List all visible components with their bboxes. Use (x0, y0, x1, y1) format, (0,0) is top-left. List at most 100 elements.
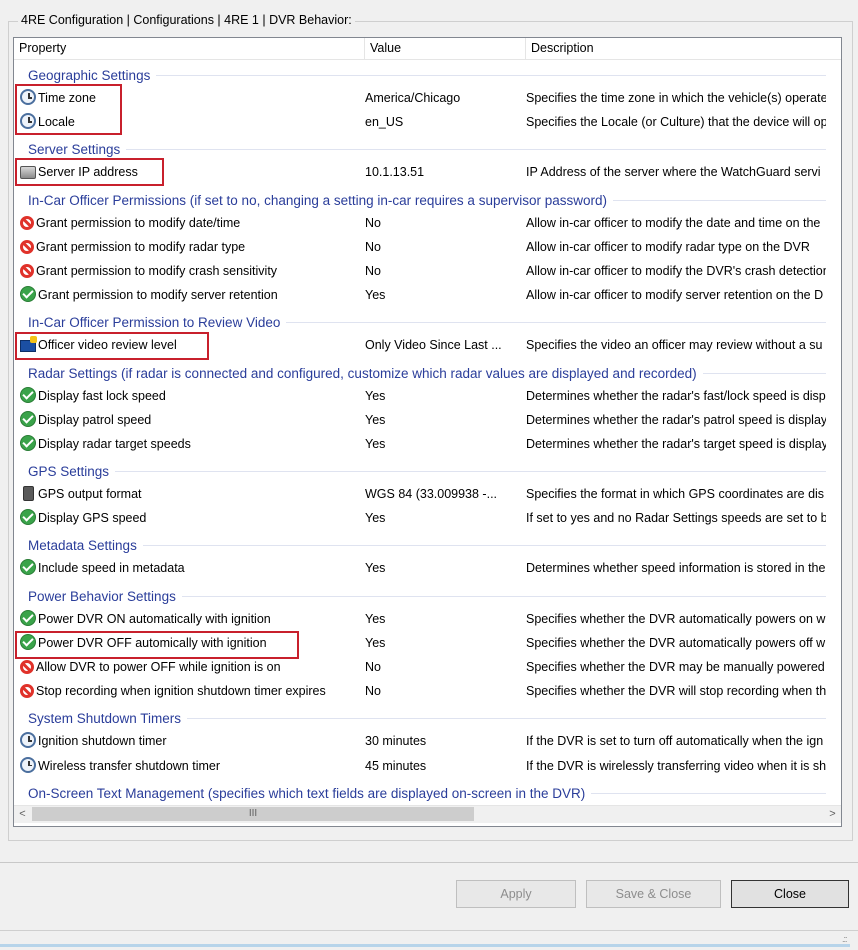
horizontal-scroll-thumb[interactable]: III (32, 807, 474, 821)
property-row[interactable]: Grant permission to modify crash sensiti… (14, 259, 826, 283)
column-header-value[interactable]: Value (365, 38, 526, 59)
group-divider (28, 471, 826, 473)
group-heading-row[interactable]: In-Car Officer Permissions (if set to no… (14, 185, 826, 211)
group-heading-row[interactable]: Power Behavior Settings (14, 581, 826, 607)
property-cell: Include speed in metadata (20, 556, 360, 580)
property-row[interactable]: Display GPS speed Yes If set to yes and no… (14, 506, 826, 530)
value-cell[interactable]: WGS 84 (33.009938 -... (365, 482, 525, 506)
value-cell[interactable]: 45 minutes (365, 754, 525, 778)
value-cell[interactable]: 30 minutes (365, 729, 525, 753)
group-heading-row[interactable]: GPS Settings (14, 456, 826, 482)
property-cell: GPS output format (20, 482, 360, 506)
scroll-left-button[interactable]: < (14, 806, 31, 823)
value-cell[interactable]: en_US (365, 110, 525, 134)
property-row[interactable]: Ignition shutdown timer 30 minutes If the … (14, 729, 826, 753)
value-cell[interactable]: Yes (365, 506, 525, 530)
property-row[interactable]: Locale en_US Specifies the Locale (or Cult… (14, 110, 826, 134)
description-cell: Allow in-car officer to modify the DVR's… (526, 263, 826, 278)
footer-separator (0, 862, 858, 863)
no-icon (20, 684, 34, 699)
group-heading-row[interactable]: Geographic Settings (14, 60, 826, 86)
column-header-property[interactable]: Property (14, 38, 365, 59)
group-title: 4RE Configuration | Configurations | 4RE… (18, 13, 355, 27)
column-header-description[interactable]: Description (526, 38, 841, 59)
value-cell[interactable]: Yes (365, 384, 525, 408)
value-cell[interactable]: Yes (365, 408, 525, 432)
group-heading-row[interactable]: On-Screen Text Management (specifies whi… (14, 778, 826, 804)
scroll-grip-h-icon: III (248, 808, 258, 819)
group-heading: System Shutdown Timers (28, 711, 188, 727)
property-name: Locale (38, 115, 75, 130)
status-strip (0, 930, 858, 950)
property-row[interactable]: Power DVR ON automatically with ignition… (14, 607, 826, 631)
group-divider (28, 545, 826, 547)
description-cell: Allow in-car officer to modify server re… (526, 288, 824, 303)
value-cell[interactable]: 10.1.13.51 (365, 160, 525, 184)
description-cell: If the DVR is set to turn off automatica… (526, 734, 824, 749)
value-cell[interactable]: Yes (365, 631, 525, 655)
property-row[interactable]: GPS output format WGS 84 (33.009938 -... S… (14, 482, 826, 506)
property-name: Display radar target speeds (38, 436, 191, 451)
group-heading-row[interactable]: System Shutdown Timers (14, 703, 826, 729)
description-cell: Specifies the video an officer may revie… (526, 338, 823, 353)
property-cell: Stop recording when ignition shutdown ti… (20, 679, 360, 703)
property-row[interactable]: Stop recording when ignition shutdown ti… (14, 679, 826, 703)
property-grid[interactable]: Property Value Description Geographic Se… (13, 37, 842, 827)
property-name: Display GPS speed (38, 511, 147, 526)
value-cell[interactable]: Yes (365, 556, 525, 580)
property-row[interactable]: Display patrol speed Yes Determines whethe… (14, 408, 826, 432)
description-cell: Specifies the format in which GPS coordi… (526, 487, 825, 502)
scroll-right-button[interactable]: > (824, 806, 841, 823)
group-heading-row[interactable]: Radar Settings (if radar is connected an… (14, 358, 826, 384)
property-row[interactable]: Include speed in metadata Yes Determines w… (14, 556, 826, 580)
value-cell[interactable]: America/Chicago (365, 86, 525, 110)
value-cell[interactable]: Only Video Since Last ... (365, 333, 525, 357)
value-cell[interactable]: No (365, 235, 525, 259)
value-cell[interactable]: No (365, 259, 525, 283)
property-row[interactable]: Power DVR OFF automically with ignition Y… (14, 631, 826, 655)
property-cell: Locale (20, 110, 360, 134)
close-button[interactable]: Close (731, 880, 849, 908)
group-heading-row[interactable]: Metadata Settings (14, 530, 826, 556)
group-heading-row[interactable]: Server Settings (14, 134, 826, 160)
property-row[interactable]: Time zone America/Chicago Specifies the ti… (14, 86, 826, 110)
property-row[interactable]: Grant permission to modify date/time No Al… (14, 211, 826, 235)
property-row[interactable]: Officer video review level Only Video Sin… (14, 333, 826, 357)
property-cell: Server IP address (20, 160, 360, 184)
value-cell[interactable]: No (365, 211, 525, 235)
apply-button[interactable]: Apply (456, 880, 576, 908)
value-cell[interactable]: Yes (365, 432, 525, 456)
group-heading: Geographic Settings (28, 68, 157, 83)
property-name: Grant permission to modify radar type (36, 239, 246, 254)
group-heading-row[interactable]: In-Car Officer Permission to Review Vide… (14, 307, 826, 333)
property-cell: Display patrol speed (20, 408, 360, 432)
property-name: Display fast lock speed (38, 388, 166, 403)
property-row[interactable]: Grant permission to modify server retent… (14, 283, 826, 307)
value-cell[interactable]: No (365, 655, 525, 679)
window-edge-accent (0, 944, 850, 947)
property-row[interactable]: Grant permission to modify radar type No A… (14, 235, 826, 259)
save-close-button[interactable]: Save & Close (586, 880, 721, 908)
property-name: Power DVR ON automatically with ignition (38, 611, 271, 626)
property-row[interactable]: Allow DVR to power OFF while ignition is… (14, 655, 826, 679)
resize-grip-icon[interactable]: .:: (842, 934, 847, 944)
property-cell: Grant permission to modify server retent… (20, 283, 360, 307)
property-row[interactable]: Server IP address 10.1.13.51 IP Address of… (14, 160, 826, 184)
property-cell: Grant permission to modify date/time (20, 211, 360, 235)
value-cell[interactable]: Yes (365, 283, 525, 307)
check-icon (20, 609, 36, 626)
group-heading: In-Car Officer Permissions (if set to no… (28, 192, 613, 208)
property-cell: Power DVR ON automatically with ignition (20, 607, 360, 631)
grid-rows: Geographic Settings Time zone America/Chic… (14, 60, 826, 805)
value-cell[interactable]: No (365, 679, 525, 703)
value-cell[interactable]: Yes (365, 607, 525, 631)
property-cell: Wireless transfer shutdown timer (20, 754, 360, 778)
property-cell: Display fast lock speed (20, 384, 360, 408)
property-row[interactable]: Display radar target speeds Yes Determines… (14, 432, 826, 456)
property-name: Include speed in metadata (38, 561, 185, 576)
clock-icon (20, 732, 36, 749)
property-row[interactable]: Display fast lock speed Yes Determines whe… (14, 384, 826, 408)
horizontal-scrollbar[interactable]: < III > (14, 805, 841, 823)
description-cell: IP Address of the server where the Watch… (526, 165, 821, 180)
property-row[interactable]: Wireless transfer shutdown timer 45 minut… (14, 754, 826, 778)
